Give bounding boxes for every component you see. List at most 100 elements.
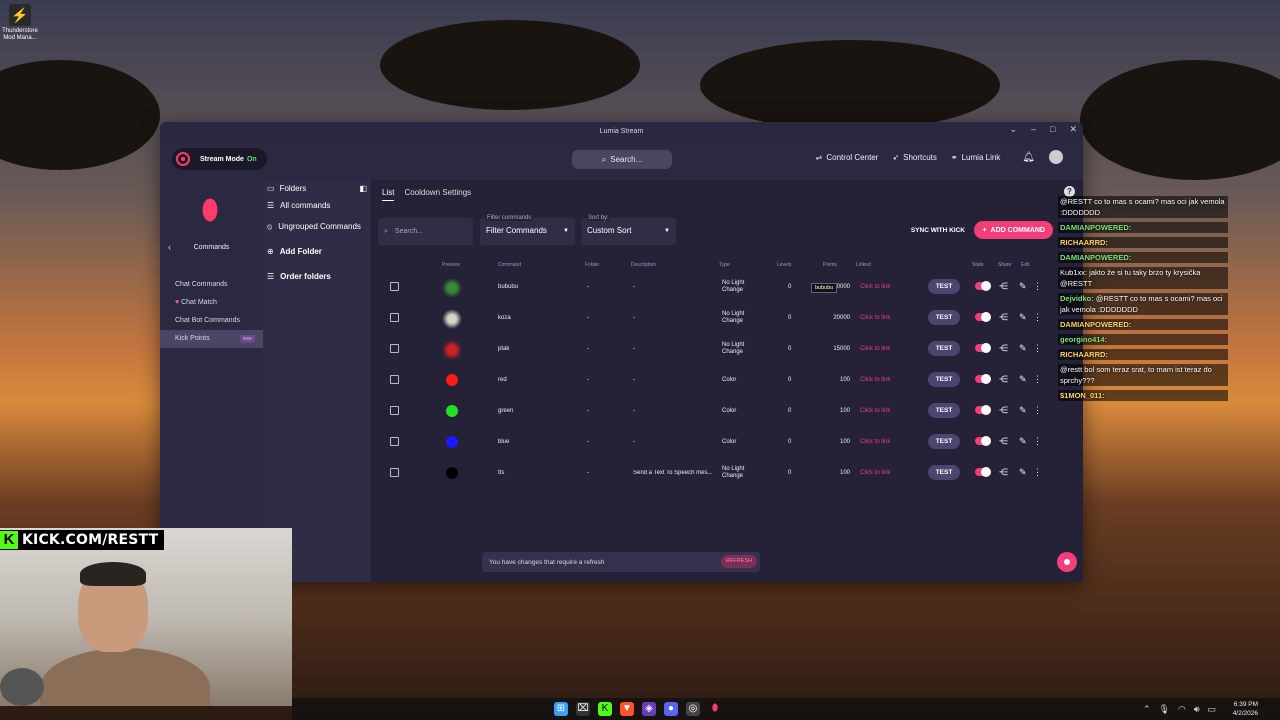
- row-checkbox[interactable]: [390, 313, 399, 322]
- test-button[interactable]: TEST: [928, 310, 960, 325]
- more-icon[interactable]: ⋮: [1033, 374, 1042, 385]
- state-toggle[interactable]: [975, 343, 991, 353]
- click-to-link[interactable]: Click to link: [860, 315, 890, 321]
- folder-ungrouped[interactable]: ⦸ Ungrouped Commands: [263, 214, 371, 239]
- row-checkbox[interactable]: [390, 344, 399, 353]
- row-checkbox[interactable]: [390, 468, 399, 477]
- state-toggle[interactable]: [975, 281, 991, 291]
- click-to-link[interactable]: Click to link: [860, 377, 890, 383]
- row-checkbox[interactable]: [390, 406, 399, 415]
- state-toggle[interactable]: [975, 436, 991, 446]
- discord-icon[interactable]: ●: [664, 702, 678, 716]
- edit-icon[interactable]: ✎: [1019, 312, 1027, 323]
- share-icon[interactable]: ⋲: [999, 312, 1008, 323]
- app-icon[interactable]: ⌧: [576, 702, 590, 716]
- command-name[interactable]: blue: [498, 439, 509, 445]
- test-button[interactable]: TEST: [928, 341, 960, 356]
- minimize-icon[interactable]: –: [1031, 124, 1036, 135]
- sidebar-item-chat-bot-commands[interactable]: Chat Bot Commands: [160, 312, 263, 330]
- stream-mode-toggle[interactable]: Stream Mode On: [172, 148, 267, 170]
- obs-icon[interactable]: ◎: [686, 702, 700, 716]
- row-checkbox[interactable]: [390, 282, 399, 291]
- share-icon[interactable]: ⋲: [999, 343, 1008, 354]
- share-icon[interactable]: ⋲: [999, 467, 1008, 478]
- more-icon[interactable]: ⋮: [1033, 343, 1042, 354]
- mic-icon[interactable]: 🎙︎: [1159, 704, 1170, 715]
- battery-icon[interactable]: ▭: [1207, 704, 1216, 715]
- state-toggle[interactable]: [975, 374, 991, 384]
- share-icon[interactable]: ⋲: [999, 405, 1008, 416]
- tab-cooldown-settings[interactable]: Cooldown Settings: [404, 188, 471, 201]
- click-to-link[interactable]: Click to link: [860, 346, 890, 352]
- app-icon[interactable]: ◈: [642, 702, 656, 716]
- taskbar-clock[interactable]: 6:39 PM 4/2/2026: [1233, 700, 1258, 718]
- sidebar-item-chat-commands[interactable]: Chat Commands: [160, 276, 263, 294]
- global-search[interactable]: ⌕ Search...: [572, 150, 672, 169]
- lumia-app-icon[interactable]: ⬮: [708, 702, 722, 716]
- volume-icon[interactable]: 🔊︎: [1194, 704, 1200, 715]
- kick-app-icon[interactable]: K: [598, 702, 612, 716]
- folder-all-commands[interactable]: ☰ All commands: [263, 196, 371, 214]
- wifi-icon[interactable]: ◠: [1178, 704, 1186, 715]
- chevron-up-icon[interactable]: ⌃: [1143, 704, 1151, 715]
- collapse-panel-icon[interactable]: ◧: [359, 184, 367, 193]
- click-to-link[interactable]: Click to link: [860, 408, 890, 414]
- edit-icon[interactable]: ✎: [1019, 281, 1027, 292]
- command-name[interactable]: bububu: [498, 284, 518, 290]
- tab-list[interactable]: List: [382, 188, 395, 201]
- more-icon[interactable]: ⋮: [1033, 436, 1042, 447]
- more-icon[interactable]: ⋮: [1033, 281, 1042, 292]
- row-checkbox[interactable]: [390, 437, 399, 446]
- order-folders-button[interactable]: ☰ Order folders: [263, 264, 371, 289]
- brave-icon[interactable]: ▼: [620, 702, 634, 716]
- windows-start-icon[interactable]: ⊞: [554, 702, 568, 716]
- click-to-link[interactable]: Click to link: [860, 470, 890, 476]
- close-icon[interactable]: ✕: [1069, 124, 1077, 135]
- test-button[interactable]: TEST: [928, 465, 960, 480]
- record-button[interactable]: [1057, 552, 1077, 572]
- nav-control-center[interactable]: ⇌ Control Center: [816, 153, 879, 162]
- filter-commands-select[interactable]: Filter commands Filter Commands ▼: [480, 215, 575, 245]
- test-button[interactable]: TEST: [928, 403, 960, 418]
- state-toggle[interactable]: [975, 312, 991, 322]
- row-checkbox[interactable]: [390, 375, 399, 384]
- more-icon[interactable]: ⋮: [1033, 467, 1042, 478]
- sidebar-item-kick-points[interactable]: Kick Points new: [160, 330, 263, 348]
- state-toggle[interactable]: [975, 405, 991, 415]
- edit-icon[interactable]: ✎: [1019, 436, 1027, 447]
- menu-chevron-icon[interactable]: ⌄: [1009, 124, 1017, 135]
- command-name[interactable]: koza: [498, 315, 511, 321]
- command-name[interactable]: tts: [498, 470, 504, 476]
- click-to-link[interactable]: Click to link: [860, 439, 890, 445]
- add-command-button[interactable]: + ADD COMMAND: [974, 221, 1053, 239]
- edit-icon[interactable]: ✎: [1019, 343, 1027, 354]
- edit-icon[interactable]: ✎: [1019, 405, 1027, 416]
- desktop-icon-thunderstore[interactable]: ⚡ Thunderstore Mod Mana...: [2, 4, 38, 42]
- share-icon[interactable]: ⋲: [999, 281, 1008, 292]
- share-icon[interactable]: ⋲: [999, 436, 1008, 447]
- click-to-link[interactable]: Click to link: [860, 284, 890, 290]
- more-icon[interactable]: ⋮: [1033, 405, 1042, 416]
- state-toggle[interactable]: [975, 467, 991, 477]
- test-button[interactable]: TEST: [928, 279, 960, 294]
- test-button[interactable]: TEST: [928, 434, 960, 449]
- sync-with-kick-button[interactable]: SYNC WITH KICK: [911, 227, 965, 234]
- command-name[interactable]: green: [498, 408, 513, 414]
- command-name[interactable]: red: [498, 377, 507, 383]
- avatar[interactable]: [1049, 150, 1063, 164]
- command-name[interactable]: ptak: [498, 346, 509, 352]
- share-icon[interactable]: ⋲: [999, 374, 1008, 385]
- command-search-input[interactable]: ⌕ Search...: [378, 218, 473, 245]
- edit-icon[interactable]: ✎: [1019, 467, 1027, 478]
- refresh-button[interactable]: REFRESH: [720, 555, 757, 568]
- maximize-icon[interactable]: □: [1050, 124, 1055, 135]
- add-folder-button[interactable]: ⊕ Add Folder: [263, 239, 371, 264]
- test-button[interactable]: TEST: [928, 372, 960, 387]
- sidebar-item-chat-match[interactable]: ♥ Chat Match: [160, 294, 263, 312]
- nav-lumia-link[interactable]: ⚭ Lumia Link: [951, 153, 1000, 162]
- sort-by-select[interactable]: Sort by: Custom Sort ▼: [581, 215, 676, 245]
- nav-shortcuts[interactable]: ➶ Shortcuts: [892, 153, 937, 162]
- bell-icon[interactable]: 🔔︎: [1022, 152, 1035, 163]
- edit-icon[interactable]: ✎: [1019, 374, 1027, 385]
- more-icon[interactable]: ⋮: [1033, 312, 1042, 323]
